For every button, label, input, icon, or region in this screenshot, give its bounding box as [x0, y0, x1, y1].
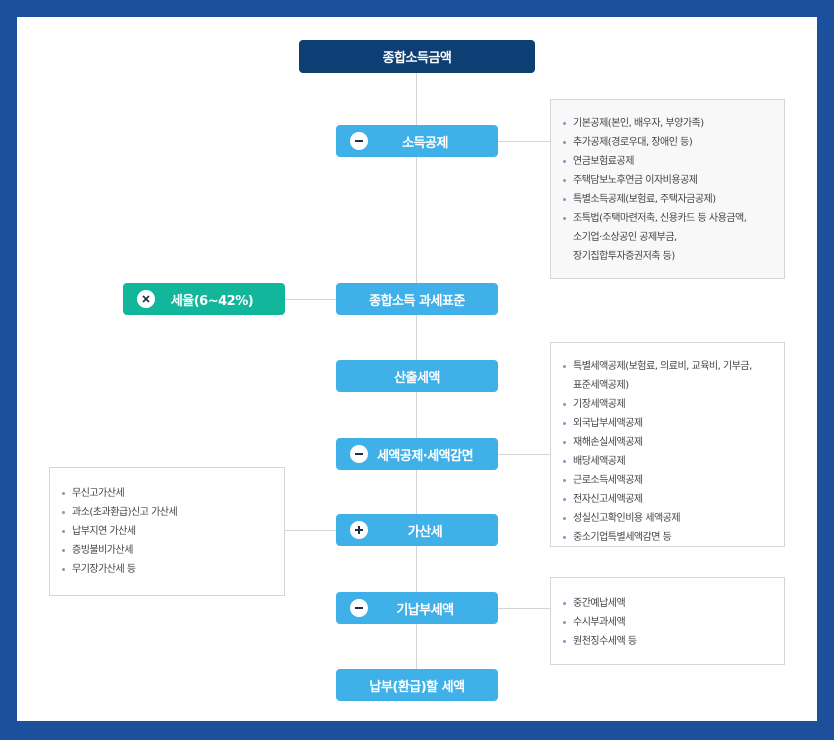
- node-label: 소득공제: [402, 135, 448, 151]
- tax-credit-detail-box: 특별세액공제(보험료, 의료비, 교육비, 기부금, 표준세액공제) 기장세액공…: [550, 342, 785, 547]
- prepaid-tax-list: 중간예납세액 수시부과세액 원천징수세액 등: [561, 594, 774, 651]
- connector-additional-tax: [284, 530, 337, 531]
- node-income-deduction: 소득공제: [336, 125, 498, 157]
- list-item: 외국납부세액공제: [561, 414, 774, 433]
- list-item: 특별소득공제(보험료, 주택자금공제): [561, 190, 774, 209]
- times-icon: [137, 290, 155, 308]
- minus-icon: [350, 445, 368, 463]
- connector-tax-credit: [497, 454, 550, 455]
- list-item: 수시부과세액: [561, 613, 774, 632]
- node-tax-rate: 세율(6~42%): [123, 283, 285, 315]
- list-item: 조특법(주택마련저축, 신용카드 등 사용금액, 소기업·소상공인 공제부금, …: [561, 209, 774, 266]
- minus-icon: [350, 132, 368, 150]
- node-label: 종합소득금액: [382, 51, 452, 66]
- node-tax-base: 종합소득 과세표준: [336, 283, 498, 315]
- list-item: 특별세액공제(보험료, 의료비, 교육비, 기부금, 표준세액공제): [561, 357, 774, 395]
- list-item: 근로소득세액공제: [561, 471, 774, 490]
- additional-tax-list: 무신고가산세 과소(초과환급)신고 가산세 납부지연 가산세 증빙불비가산세 무…: [60, 484, 274, 579]
- connector-prepaid-tax: [497, 608, 550, 609]
- node-label: 산출세액: [394, 370, 440, 386]
- list-item: 주택담보노후연금 이자비용공제: [561, 171, 774, 190]
- node-prepaid-tax: 기납부세액: [336, 592, 498, 624]
- income-deduction-detail-box: 기본공제(본인, 배우자, 부양가족) 추가공제(경로우대, 장애인 등) 연금…: [550, 99, 785, 279]
- node-label: 세액공제·세액감면: [376, 448, 474, 464]
- node-additional-tax: 가산세: [336, 514, 498, 546]
- list-item: 기장세액공제: [561, 395, 774, 414]
- prepaid-tax-detail-box: 중간예납세액 수시부과세액 원천징수세액 등: [550, 577, 785, 665]
- list-item: 증빙불비가산세: [60, 541, 274, 560]
- income-deduction-list: 기본공제(본인, 배우자, 부양가족) 추가공제(경로우대, 장애인 등) 연금…: [561, 114, 774, 266]
- additional-tax-detail-box: 무신고가산세 과소(초과환급)신고 가산세 납부지연 가산세 증빙불비가산세 무…: [49, 467, 285, 596]
- list-item: 원천징수세액 등: [561, 632, 774, 651]
- list-item: 전자신고세액공제: [561, 490, 774, 509]
- list-item: 연금보험료공제: [561, 152, 774, 171]
- list-item: 과소(초과환급)신고 가산세: [60, 503, 274, 522]
- plus-icon: [350, 521, 368, 539]
- node-tax-credit: 세액공제·세액감면: [336, 438, 498, 470]
- list-item: 기본공제(본인, 배우자, 부양가족): [561, 114, 774, 133]
- list-item: 추가공제(경로우대, 장애인 등): [561, 133, 774, 152]
- node-comprehensive-income: 종합소득금액: [299, 40, 535, 73]
- node-label: 기납부세액: [396, 602, 454, 618]
- list-item: 중간예납세액: [561, 594, 774, 613]
- node-label: 가산세: [407, 524, 443, 540]
- list-item: 배당세액공제: [561, 452, 774, 471]
- connector-tax-rate: [284, 299, 337, 300]
- node-calculated-tax: 산출세액: [336, 360, 498, 392]
- node-payable-tax: 납부(환급)할 세액: [336, 669, 498, 701]
- minus-icon: [350, 599, 368, 617]
- node-label: 종합소득 과세표준: [369, 293, 465, 309]
- connector-income-deduction: [497, 141, 550, 142]
- list-item: 재해손실세액공제: [561, 433, 774, 452]
- list-item: 중소기업특별세액감면 등: [561, 528, 774, 547]
- list-item: 납부지연 가산세: [60, 522, 274, 541]
- node-label: 납부(환급)할 세액: [369, 679, 465, 695]
- list-item: 무신고가산세: [60, 484, 274, 503]
- node-label: 세율(6~42%): [170, 293, 254, 309]
- list-item: 성실신고확인비용 세액공제: [561, 509, 774, 528]
- list-item: 무기장가산세 등: [60, 560, 274, 579]
- tax-credit-list: 특별세액공제(보험료, 의료비, 교육비, 기부금, 표준세액공제) 기장세액공…: [561, 357, 774, 547]
